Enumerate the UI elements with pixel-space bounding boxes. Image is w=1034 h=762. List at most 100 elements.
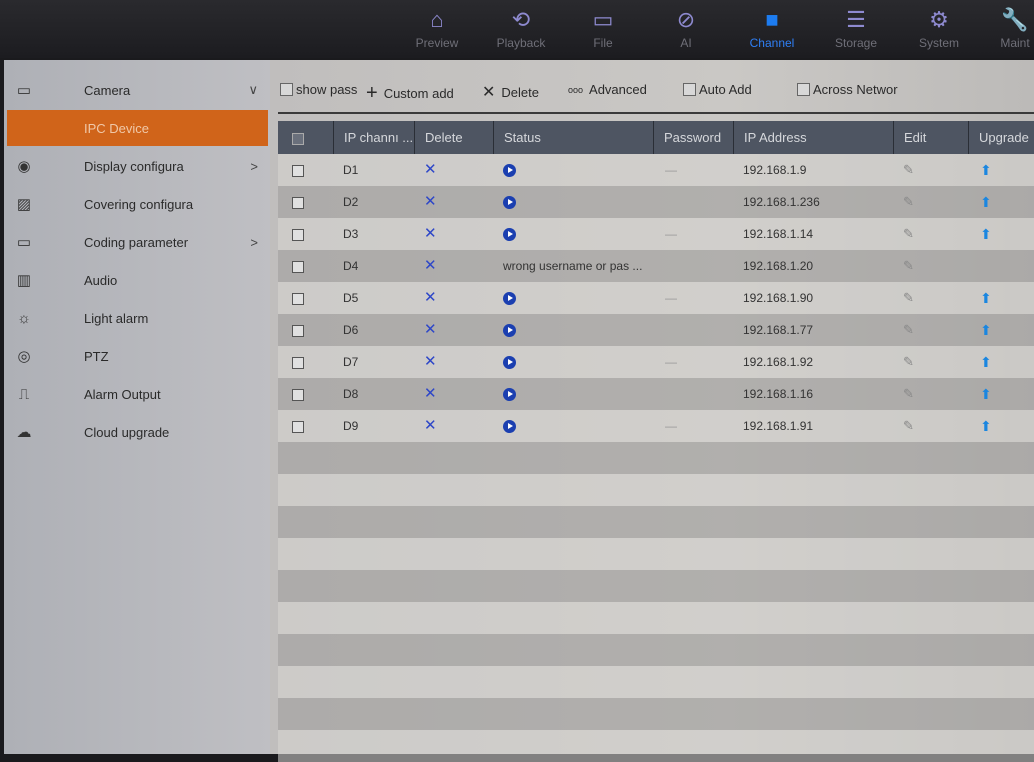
alarm-output-icon: ⎍ <box>18 385 30 403</box>
advanced-button[interactable]: ooo Advanced <box>568 82 647 97</box>
sidebar-item-audio[interactable]: ▥ Audio <box>4 262 268 298</box>
sidebar-item-camera[interactable]: ▭ Camera ∨ <box>4 72 268 108</box>
nav-storage[interactable]: ☰ Storage <box>814 0 898 58</box>
sidebar-item-label: Camera <box>84 82 131 98</box>
row-checkbox[interactable] <box>278 218 333 250</box>
channel-icon: ■ <box>765 7 779 32</box>
empty-row <box>278 666 1034 698</box>
nav-channel[interactable]: ■ Channel <box>730 0 814 58</box>
show-password-checkbox[interactable]: show pass <box>280 82 357 97</box>
delete-icon[interactable]: ✕ <box>414 314 493 346</box>
across-network-checkbox[interactable]: Across Networ <box>797 82 898 97</box>
divider <box>278 112 1034 114</box>
play-status-icon[interactable] <box>503 356 516 370</box>
header-password: Password <box>653 121 733 154</box>
upgrade-arrow-icon[interactable]: ⬆ <box>980 194 992 210</box>
row-checkbox[interactable] <box>278 346 333 378</box>
row-checkbox[interactable] <box>278 410 333 442</box>
nav-maint[interactable]: 🔧 Maint <box>973 0 1034 58</box>
delete-icon[interactable]: ✕ <box>414 282 493 314</box>
row-checkbox[interactable] <box>278 378 333 410</box>
edit-icon[interactable]: ✎ <box>893 314 968 346</box>
header-edit: Edit <box>893 121 968 154</box>
custom-add-button[interactable]: + Custom add <box>366 82 454 105</box>
sidebar-item-ptz[interactable]: ◎ PTZ <box>4 338 268 374</box>
delete-icon[interactable]: ✕ <box>414 154 493 186</box>
delete-icon[interactable]: ✕ <box>414 410 493 442</box>
row-checkbox[interactable] <box>278 282 333 314</box>
upgrade-arrow-icon[interactable]: ⬆ <box>980 386 992 402</box>
table-row: D3 ✕ — 192.168.1.14 ✎ ⬆ <box>278 218 1034 250</box>
status-cell <box>493 378 653 410</box>
play-status-icon[interactable] <box>503 228 516 242</box>
row-checkbox[interactable] <box>278 314 333 346</box>
password-cell <box>653 186 733 218</box>
sidebar-item-display-configura[interactable]: ◉ Display configura > <box>4 148 268 184</box>
sidebar-item-alarm-output[interactable]: ⎍ Alarm Output <box>4 376 268 412</box>
edit-icon[interactable]: ✎ <box>893 346 968 378</box>
eye-icon: ◉ <box>17 158 31 175</box>
play-status-icon[interactable] <box>503 388 516 402</box>
nav-label: Preview <box>415 36 459 50</box>
edit-icon[interactable]: ✎ <box>893 154 968 186</box>
ai-icon: ⊘ <box>676 7 696 32</box>
row-checkbox[interactable] <box>278 186 333 218</box>
auto-add-checkbox[interactable]: Auto Add <box>683 82 752 97</box>
table-row: D5 ✕ — 192.168.1.90 ✎ ⬆ <box>278 282 1034 314</box>
nav-preview[interactable]: ⌂ Preview <box>395 0 479 58</box>
nav-file[interactable]: ▭ File <box>561 0 645 58</box>
upgrade-arrow-icon[interactable]: ⬆ <box>980 418 992 434</box>
row-checkbox[interactable] <box>278 154 333 186</box>
edit-icon[interactable]: ✎ <box>893 282 968 314</box>
edit-icon[interactable]: ✎ <box>893 218 968 250</box>
edit-icon[interactable]: ✎ <box>893 410 968 442</box>
header-ip-channel[interactable]: IP channı ... <box>333 121 414 154</box>
sidebar-item-cloud-upgrade[interactable]: ☁ Cloud upgrade <box>4 414 268 450</box>
play-status-icon[interactable] <box>503 292 516 306</box>
header-ip-address[interactable]: IP Address <box>733 121 893 154</box>
upgrade-arrow-icon[interactable]: ⬆ <box>980 354 992 370</box>
sidebar-item-label: Coding parameter <box>84 234 189 250</box>
custom-add-label: Custom add <box>383 86 454 101</box>
delete-button[interactable]: ✕ Delete <box>482 82 539 102</box>
edit-icon[interactable]: ✎ <box>893 186 968 218</box>
ip-address-cell: 192.168.1.77 <box>743 323 814 337</box>
empty-row <box>278 506 1034 538</box>
play-status-icon[interactable] <box>503 164 516 178</box>
channel-cell: D1 <box>343 163 359 177</box>
sidebar-item-coding-parameter[interactable]: ▭ Coding parameter > <box>4 224 268 260</box>
delete-icon[interactable]: ✕ <box>414 186 493 218</box>
edit-icon[interactable]: ✎ <box>893 378 968 410</box>
nav-label: Maint <box>1000 36 1030 50</box>
upgrade-arrow-icon[interactable]: ⬆ <box>980 162 992 178</box>
nav-ai[interactable]: ⊘ AI <box>644 0 728 58</box>
nav-playback[interactable]: ⟲ Playback <box>479 0 563 58</box>
sidebar-item-covering-configura[interactable]: ▨ Covering configura <box>4 186 268 222</box>
upgrade-arrow-icon[interactable]: ⬆ <box>980 226 992 242</box>
upgrade-arrow-icon[interactable]: ⬆ <box>980 290 992 306</box>
plus-icon: + <box>366 82 378 104</box>
sidebar-item-light-alarm[interactable]: ☼ Light alarm <box>4 300 268 336</box>
password-cell: — <box>665 291 677 305</box>
delete-icon[interactable]: ✕ <box>414 218 493 250</box>
status-cell <box>493 154 653 186</box>
channel-cell: D9 <box>343 419 359 433</box>
nav-label: File <box>593 36 613 50</box>
select-all-checkbox[interactable] <box>278 121 333 154</box>
play-status-icon[interactable] <box>503 324 516 338</box>
upgrade-arrow-icon[interactable]: ⬆ <box>980 322 992 338</box>
delete-icon[interactable]: ✕ <box>414 250 493 282</box>
channel-cell: D7 <box>343 355 359 369</box>
play-status-icon[interactable] <box>503 196 516 210</box>
nav-system[interactable]: ⚙ System <box>897 0 981 58</box>
main-panel: show pass + Custom add ✕ Delete ooo Advance… <box>270 60 1034 762</box>
channel-cell: D8 <box>343 387 359 401</box>
nav-label: Playback <box>496 36 546 50</box>
delete-icon[interactable]: ✕ <box>414 346 493 378</box>
ip-address-cell: 192.168.1.14 <box>743 227 814 241</box>
play-status-icon[interactable] <box>503 420 516 434</box>
row-checkbox[interactable] <box>278 250 333 282</box>
sidebar-item-ipc-device[interactable]: IPC Device <box>7 110 268 146</box>
delete-icon[interactable]: ✕ <box>414 378 493 410</box>
edit-icon[interactable]: ✎ <box>893 250 968 282</box>
